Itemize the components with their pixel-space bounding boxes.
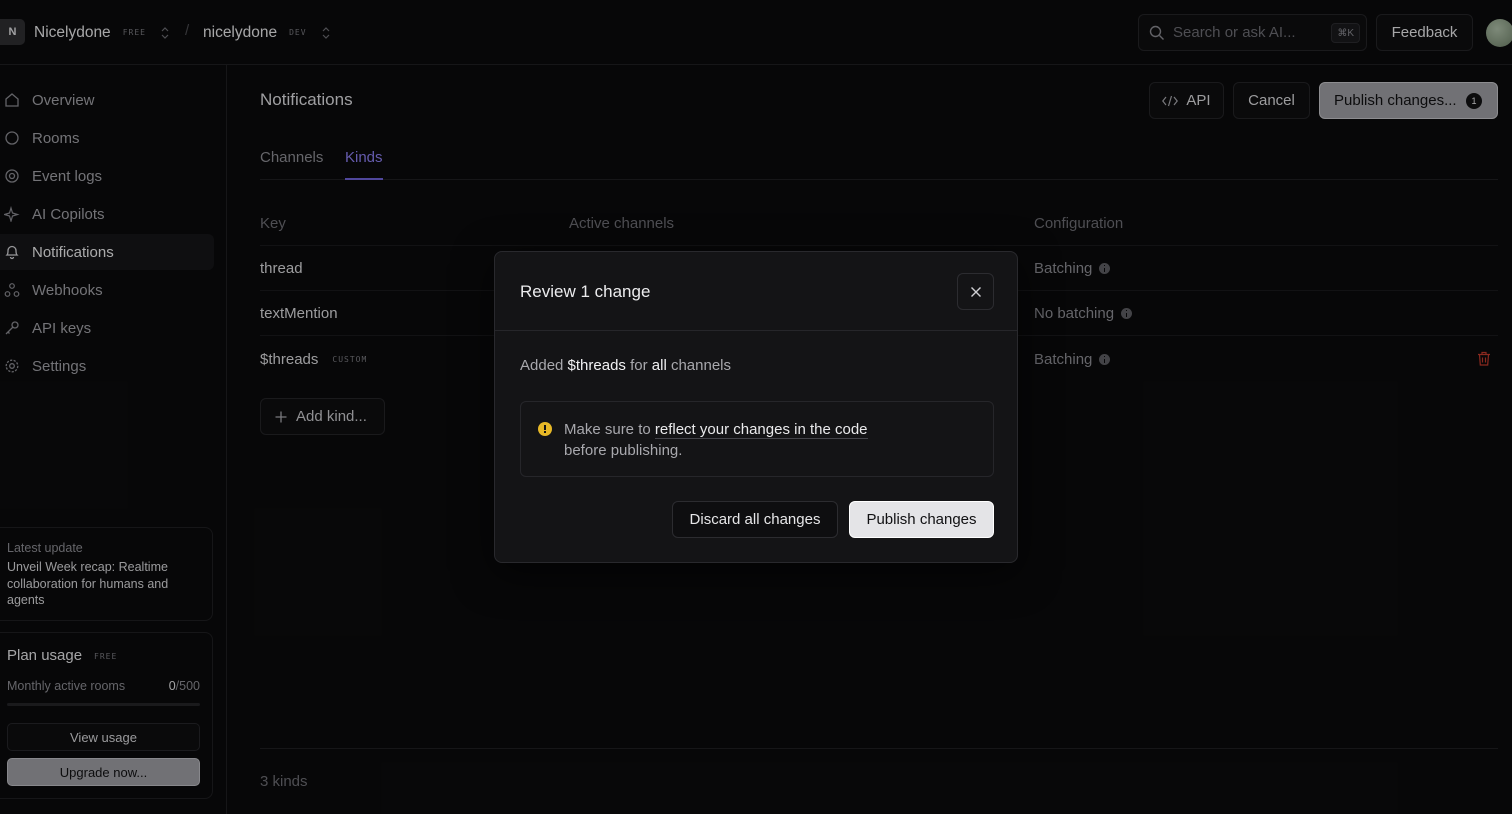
- warning-icon: [538, 422, 552, 436]
- modal-title: Review 1 change: [520, 282, 651, 301]
- publish-changes-button[interactable]: Publish changes: [849, 501, 994, 538]
- modal-divider: [495, 330, 1017, 331]
- change-summary: Added $threads for all channels: [520, 357, 731, 374]
- warning-callout: Make sure to reflect your changes in the…: [520, 401, 994, 477]
- close-icon: [970, 286, 981, 297]
- discard-all-changes-button[interactable]: Discard all changes: [672, 501, 838, 538]
- close-button[interactable]: [957, 273, 994, 310]
- review-changes-modal: Review 1 change Added $threads for all c…: [494, 251, 1018, 563]
- reflect-changes-link[interactable]: reflect your changes in the code: [654, 421, 868, 439]
- warning-text: Make sure to reflect your changes in the…: [564, 421, 868, 459]
